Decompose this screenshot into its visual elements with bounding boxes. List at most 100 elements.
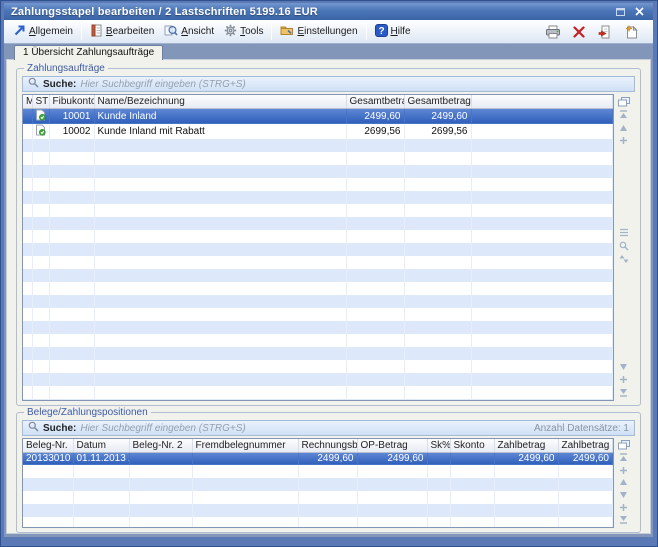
col-op-betrag[interactable]: OP-Betrag (357, 439, 427, 452)
cell-fibukonto: 10002 (49, 124, 94, 139)
print-icon[interactable] (545, 24, 561, 39)
table-row-selected[interactable]: 10001 Kunde Inland 2499,60 2499,60 (23, 108, 613, 124)
empty-row (23, 399, 613, 402)
cell-beleg-nr: 20133010 (23, 452, 73, 465)
col-fremdbelegnummer[interactable]: Fremdbelegnummer (192, 439, 298, 452)
col-name[interactable]: Name/Bezeichnung (94, 95, 346, 108)
tab-uebersicht-zahlungsauftraege[interactable]: 1 Übersicht Zahlungsaufträge (14, 45, 163, 60)
delete-icon[interactable] (571, 24, 587, 39)
settings-folder-icon (280, 24, 294, 39)
help-icon: ? (375, 24, 388, 40)
orders-header-row: M ST Fibukonto Name/Bezeichnung Gesamtbe… (23, 95, 613, 108)
orders-search-bar[interactable]: Suche: Hier Suchbegriff eingeben (STRG+S… (22, 76, 635, 92)
add-icon[interactable] (617, 135, 630, 146)
orders-side-toolbar (614, 94, 631, 401)
menu-label: Hilfe (391, 26, 411, 37)
group-zahlungsauftraege: Zahlungsaufträge Suche: Hier Suchbegriff… (16, 68, 641, 406)
col-fibukonto[interactable]: Fibukonto (49, 95, 94, 108)
cell-zahlbetrag: 2499,60 (494, 452, 558, 465)
col-zahlbetrag-euro[interactable]: Zahlbetrag Euro (558, 439, 613, 452)
checkout-document-icon[interactable] (597, 24, 613, 39)
menu-allgemein[interactable]: Allgemein (8, 22, 78, 41)
column-chooser-icon[interactable] (617, 96, 630, 107)
menu-tools[interactable]: Tools (219, 22, 268, 42)
menu-hilfe[interactable]: ? Hilfe (370, 22, 416, 42)
col-sk[interactable]: Sk% (427, 439, 450, 452)
empty-rows (23, 139, 613, 402)
app-window: Zahlungsstapel bearbeiten / 2 Lastschrif… (0, 0, 658, 547)
empty-row (23, 178, 613, 191)
group-title: Belege/Zahlungspositionen (24, 407, 151, 418)
sort-icon[interactable] (617, 253, 630, 264)
table-row[interactable]: 10002 Kunde Inland mit Rabatt 2699,56 26… (23, 124, 613, 139)
menu-bearbeiten[interactable]: Bearbeiten (85, 22, 159, 42)
empty-row (23, 360, 613, 373)
close-icon[interactable] (633, 6, 646, 18)
gear-icon (224, 24, 237, 40)
col-gesamtbetrag[interactable]: Gesamtbetrag (346, 95, 404, 108)
move-down-icon[interactable] (617, 490, 630, 500)
column-chooser-icon[interactable] (617, 440, 630, 450)
col-gesamtbetrag-euro[interactable]: Gesamtbetrag Euro (404, 95, 471, 108)
move-up-icon[interactable] (617, 122, 630, 133)
move-down-icon[interactable] (617, 361, 630, 372)
col-beleg-nr[interactable]: Beleg-Nr. (23, 439, 73, 452)
menu-label: Ansicht (181, 26, 214, 37)
menu-separator (366, 23, 367, 40)
empty-row (23, 269, 613, 282)
cell-name: Kunde Inland (94, 108, 346, 124)
cell-gesamtbetrag: 2499,60 (346, 108, 404, 124)
empty-row (23, 347, 613, 360)
col-beleg-nr-2[interactable]: Beleg-Nr. 2 (129, 439, 192, 452)
svg-text:?: ? (378, 26, 384, 37)
cell-datum: 01.11.2013 /Fr (73, 452, 129, 465)
menu-separator (271, 23, 272, 40)
list-icon[interactable] (617, 227, 630, 238)
col-skonto[interactable]: Skonto (450, 439, 494, 452)
empty-row (23, 139, 613, 152)
cell-gesamtbetrag: 2699,56 (346, 124, 404, 139)
move-top-icon[interactable] (617, 452, 630, 462)
move-bottom-icon[interactable] (617, 387, 630, 398)
positions-search-bar[interactable]: Suche: Hier Suchbegriff eingeben (STRG+S… (22, 420, 635, 436)
group-belege-zahlungspositionen: Belege/Zahlungspositionen Suche: Hier Su… (16, 412, 641, 533)
notebook-icon (90, 24, 103, 40)
menu-label: Einstellungen (297, 26, 357, 37)
new-record-icon[interactable] (623, 24, 639, 39)
empty-row (23, 217, 613, 230)
zoom-icon[interactable] (617, 240, 630, 251)
menubar: Allgemein Bearbeiten Ansicht Tools (4, 20, 653, 44)
menu-ansicht[interactable]: Ansicht (159, 22, 219, 42)
empty-row (23, 373, 613, 386)
add-icon[interactable] (617, 374, 630, 385)
main-panel: Zahlungsaufträge Suche: Hier Suchbegriff… (6, 59, 651, 534)
col-filler (471, 95, 613, 108)
empty-row (23, 282, 613, 295)
add-icon[interactable] (617, 465, 630, 475)
record-count: Anzahl Datensätze: 1 (534, 423, 629, 434)
cell-gesamtbetrag-euro: 2699,56 (404, 124, 471, 139)
col-m[interactable]: M (23, 95, 32, 108)
menu-einstellungen[interactable]: Einstellungen (275, 22, 362, 41)
search-icon (28, 421, 39, 435)
move-up-icon[interactable] (617, 477, 630, 487)
col-rechnungsbetrag[interactable]: Rechnungsbetrag (298, 439, 357, 452)
positions-table: Beleg-Nr. Datum Beleg-Nr. 2 Fremdbelegnu… (22, 438, 614, 528)
col-datum[interactable]: Datum (73, 439, 129, 452)
empty-row (23, 256, 613, 269)
table-row-selected[interactable]: 20133010 01.11.2013 /Fr 2499,60 2499,60 (23, 452, 613, 465)
empty-row (23, 517, 613, 528)
document-check-icon (35, 128, 46, 139)
titlebar: Zahlungsstapel bearbeiten / 2 Lastschrif… (4, 3, 653, 20)
empty-row (23, 165, 613, 178)
col-st[interactable]: ST (32, 95, 49, 108)
menu-label: Tools (240, 26, 263, 37)
col-zahlbetrag[interactable]: Zahlbetrag (494, 439, 558, 452)
add-icon[interactable] (617, 502, 630, 512)
move-bottom-icon[interactable] (617, 515, 630, 525)
search-placeholder: Hier Suchbegriff eingeben (STRG+S) (80, 423, 245, 434)
content-area: 1 Übersicht Zahlungsaufträge Zahlungsauf… (4, 44, 653, 537)
move-top-icon[interactable] (617, 109, 630, 120)
positions-side-toolbar (614, 438, 631, 528)
restore-button[interactable] (614, 6, 627, 18)
